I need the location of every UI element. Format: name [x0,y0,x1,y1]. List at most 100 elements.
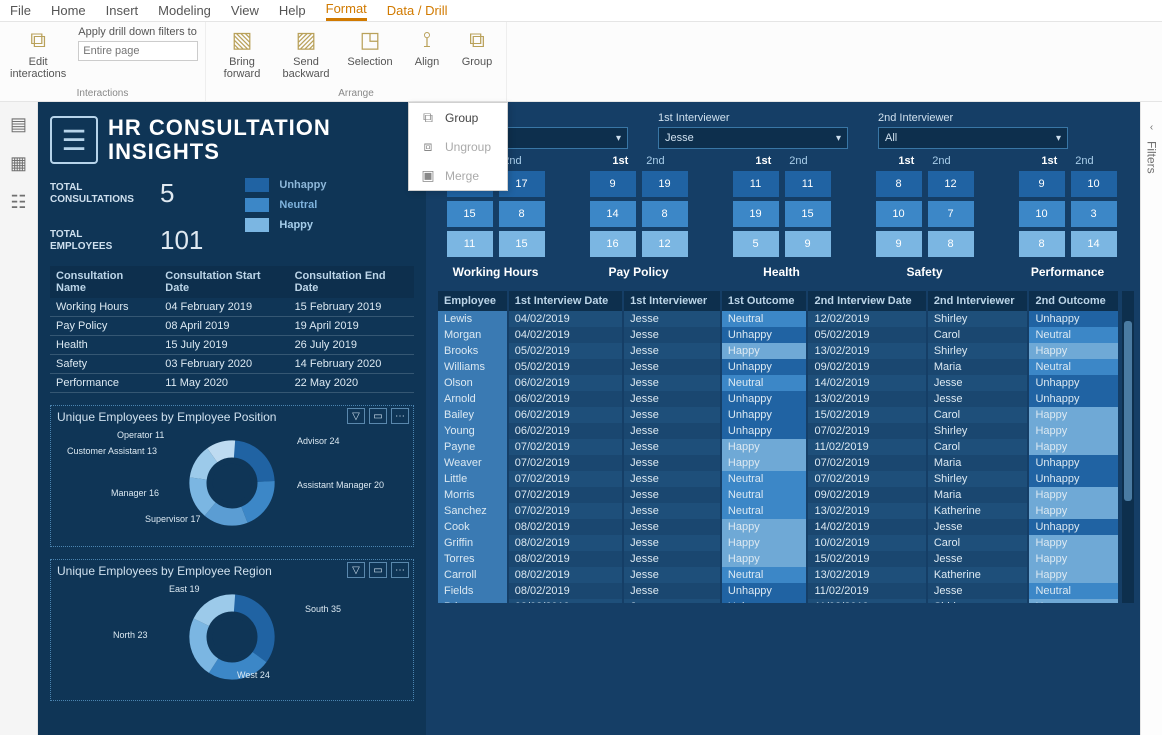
cons-header[interactable]: Consultation Start Date [159,266,288,298]
filters-pane-collapsed[interactable]: ‹ Filters [1140,102,1162,735]
matrix-cell[interactable]: 14 [1071,231,1117,257]
menu-help[interactable]: Help [279,3,306,18]
matrix-column[interactable]: 1st2nd910810314Performance [1010,155,1125,279]
menu-insert[interactable]: Insert [106,3,139,18]
popup-group[interactable]: ⧉ Group [409,103,507,132]
card-employee-region[interactable]: Unique Employees by Employee Region ▽ ▭ … [50,559,414,701]
table-row[interactable]: Morgan04/02/2019JesseUnhappy05/02/2019Ca… [438,327,1119,343]
matrix-cell[interactable]: 11 [447,231,493,257]
dt-header[interactable]: 2nd Interview Date [807,291,926,311]
table-row[interactable]: Cook08/02/2019JesseHappy14/02/2019JesseU… [438,519,1119,535]
table-row[interactable]: Payne07/02/2019JesseHappy11/02/2019Carol… [438,439,1119,455]
table-row[interactable]: Morris07/02/2019JesseNeutral09/02/2019Ma… [438,487,1119,503]
matrix-cell[interactable]: 7 [928,201,974,227]
edit-interactions-button[interactable]: ⧉ Edit interactions [10,26,66,80]
table-row[interactable]: Bailey06/02/2019JesseUnhappy15/02/2019Ca… [438,407,1119,423]
matrix-cell[interactable]: 8 [1019,231,1065,257]
matrix-cell[interactable]: 10 [1019,201,1065,227]
table-row[interactable]: Working Hours04 February 201915 February… [50,298,414,317]
popup-ungroup[interactable]: ⧈ Ungroup [409,132,507,161]
table-row[interactable]: Brooks05/02/2019JesseHappy13/02/2019Shir… [438,343,1119,359]
table-row[interactable]: Health15 July 201926 July 2019 [50,336,414,355]
menu-file[interactable]: File [10,3,31,18]
matrix-cell[interactable]: 19 [733,201,779,227]
matrix-cell[interactable]: 8 [642,201,688,227]
group-button[interactable]: ⧉ Group [458,26,496,68]
popup-merge[interactable]: ▣ Merge [409,161,507,190]
matrix-cell[interactable]: 8 [499,201,545,227]
table-scrollbar[interactable] [1122,291,1134,603]
matrix-cell[interactable]: 12 [928,171,974,197]
data-view-icon[interactable]: ▦ [10,153,27,174]
cons-header[interactable]: Consultation Name [50,266,159,298]
card2-more-icon[interactable]: ⋯ [391,562,409,578]
menu-view[interactable]: View [231,3,259,18]
matrix-cell[interactable]: 8 [876,171,922,197]
matrix-cell[interactable]: 15 [499,231,545,257]
cons-header[interactable]: Consultation End Date [289,266,414,298]
align-button[interactable]: ⟟ Align [408,26,446,68]
matrix-cell[interactable]: 5 [733,231,779,257]
matrix-cell[interactable]: 8 [928,231,974,257]
matrix-column[interactable]: 1st2nd1119511159Health [724,155,839,279]
slicer-1st[interactable]: Jesse ▾ [658,127,848,149]
table-row[interactable]: Safety03 February 202014 February 2020 [50,355,414,374]
matrix-column[interactable]: 1st2nd81091278Safety [867,155,982,279]
matrix-cell[interactable]: 14 [590,201,636,227]
menu-modeling[interactable]: Modeling [158,3,211,18]
bring-forward-button[interactable]: ▧ Bring forward [216,26,268,80]
matrix-cell[interactable]: 16 [590,231,636,257]
table-row[interactable]: Williams05/02/2019JesseUnhappy09/02/2019… [438,359,1119,375]
matrix-cell[interactable]: 15 [447,201,493,227]
matrix-column[interactable]: 1st2nd9141619812Pay Policy [581,155,696,279]
dt-header[interactable]: 1st Interviewer [623,291,721,311]
table-row[interactable]: Young06/02/2019JesseUnhappy07/02/2019Shi… [438,423,1119,439]
drill-filters-input[interactable] [78,41,198,61]
table-row[interactable]: Carroll08/02/2019JesseNeutral13/02/2019K… [438,567,1119,583]
matrix-cell[interactable]: 3 [1071,201,1117,227]
table-row[interactable]: Performance11 May 202022 May 2020 [50,374,414,393]
card-employee-position[interactable]: Unique Employees by Employee Position ▽ … [50,405,414,547]
outcome-matrix[interactable]: 1st2nd14151117815Working Hours1st2nd9141… [438,155,1134,279]
send-backward-button[interactable]: ▨ Send backward [280,26,332,80]
table-row[interactable]: Sanchez07/02/2019JesseNeutral13/02/2019K… [438,503,1119,519]
matrix-cell[interactable]: 12 [642,231,688,257]
dt-header[interactable]: 1st Outcome [721,291,808,311]
table-row[interactable]: Little07/02/2019JesseNeutral07/02/2019Sh… [438,471,1119,487]
card1-focus-icon[interactable]: ▭ [369,408,387,424]
matrix-cell[interactable]: 9 [876,231,922,257]
matrix-cell[interactable]: 10 [876,201,922,227]
table-row[interactable]: Arnold06/02/2019JesseUnhappy13/02/2019Je… [438,391,1119,407]
table-row[interactable]: Weaver07/02/2019JesseHappy07/02/2019Mari… [438,455,1119,471]
table-row[interactable]: Pay Policy08 April 201919 April 2019 [50,317,414,336]
menu-home[interactable]: Home [51,3,86,18]
selection-pane-button[interactable]: ◳ Selection [344,26,396,68]
dt-header[interactable]: 1st Interview Date [508,291,623,311]
dt-header[interactable]: 2nd Outcome [1028,291,1119,311]
slicer-2nd[interactable]: All ▾ [878,127,1068,149]
menu-data-drill[interactable]: Data / Drill [387,3,448,18]
card2-focus-icon[interactable]: ▭ [369,562,387,578]
dt-header[interactable]: 2nd Interviewer [927,291,1029,311]
model-view-icon[interactable]: ☷ [10,192,26,213]
card1-filter-icon[interactable]: ▽ [347,408,365,424]
matrix-cell[interactable]: 15 [785,201,831,227]
report-view-icon[interactable]: ▤ [10,114,27,135]
matrix-cell[interactable]: 10 [1071,171,1117,197]
table-row[interactable]: Olson06/02/2019JesseNeutral14/02/2019Jes… [438,375,1119,391]
matrix-cell[interactable]: 9 [785,231,831,257]
scrollbar-thumb[interactable] [1124,321,1132,501]
matrix-cell[interactable]: 9 [590,171,636,197]
matrix-cell[interactable]: 11 [785,171,831,197]
table-row[interactable]: Fields08/02/2019JesseUnhappy11/02/2019Je… [438,583,1119,599]
table-row[interactable]: Lewis04/02/2019JesseNeutral12/02/2019Shi… [438,311,1119,327]
table-row[interactable]: Torres08/02/2019JesseHappy15/02/2019Jess… [438,551,1119,567]
matrix-cell[interactable]: 19 [642,171,688,197]
card2-filter-icon[interactable]: ▽ [347,562,365,578]
matrix-cell[interactable]: 9 [1019,171,1065,197]
table-row[interactable]: Price08/02/2019JesseUnhappy11/02/2019Shi… [438,599,1119,603]
menu-format[interactable]: Format [326,1,367,21]
consultation-table[interactable]: Consultation NameConsultation Start Date… [50,266,414,393]
interview-table[interactable]: Employee1st Interview Date1st Interviewe… [438,291,1120,603]
table-row[interactable]: Griffin08/02/2019JesseHappy10/02/2019Car… [438,535,1119,551]
